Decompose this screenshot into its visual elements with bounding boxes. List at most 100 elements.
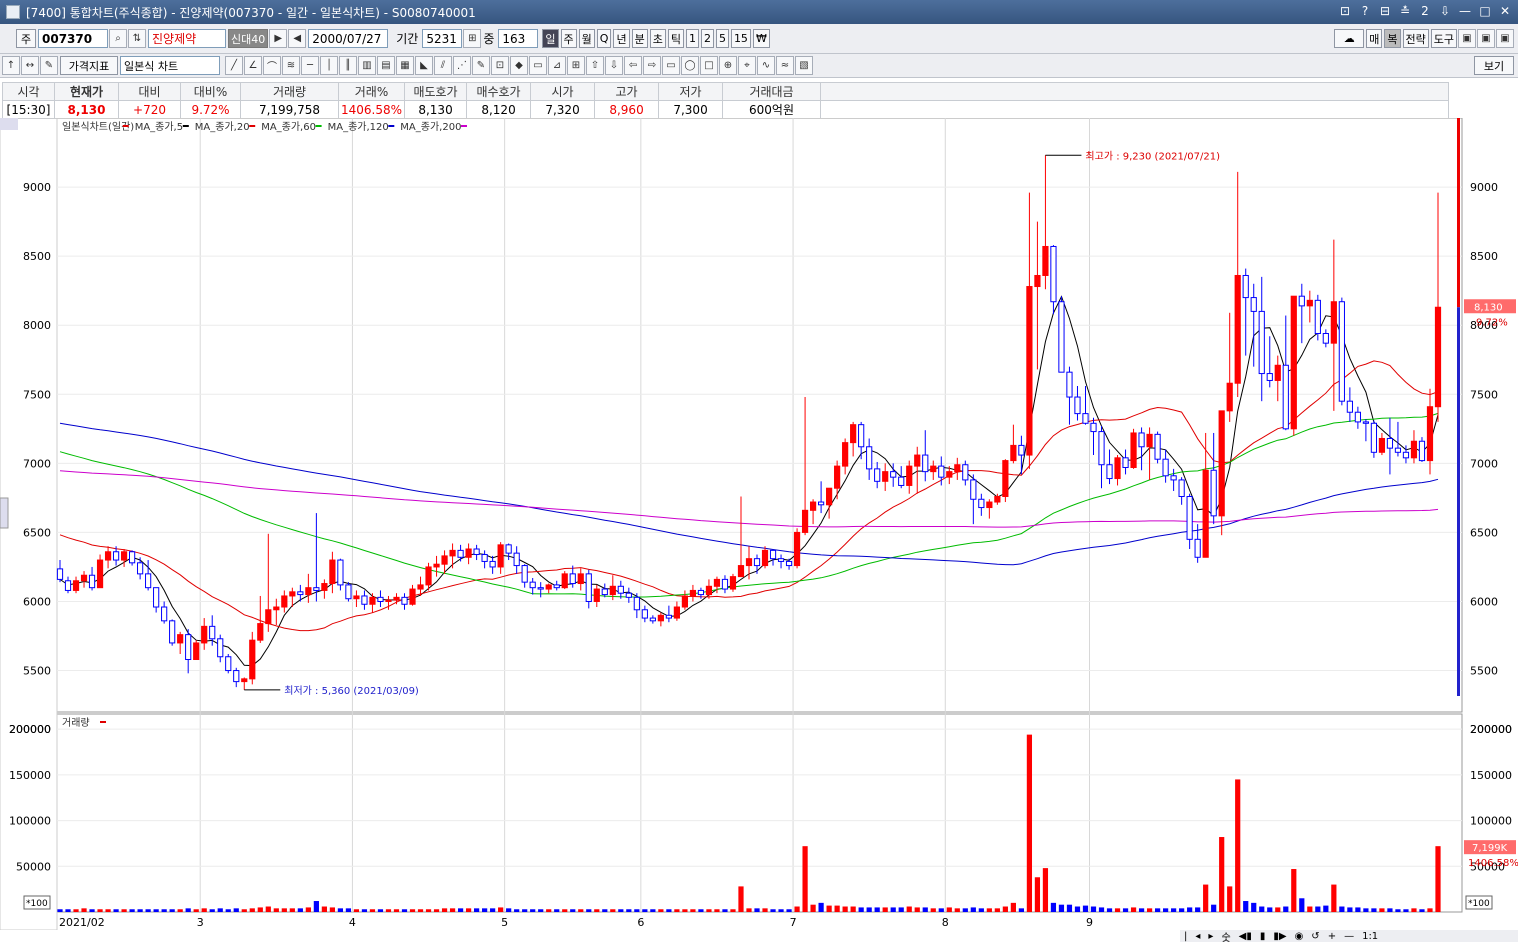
number-icon[interactable]: 숫: [1221, 929, 1230, 944]
drawing-tool-icon[interactable]: ╱: [225, 56, 243, 75]
drawing-tool-icon[interactable]: ⌒: [263, 56, 281, 75]
drawing-tool-icon[interactable]: ▦: [396, 56, 414, 75]
legend-label: MA_종가,60: [261, 121, 316, 133]
drawing-tool-icon[interactable]: ⊕: [719, 56, 737, 75]
up-arrow-icon[interactable]: ↑: [2, 56, 20, 75]
drawing-tool-icon[interactable]: ≋: [282, 56, 300, 75]
period-button-2[interactable]: 2: [700, 29, 714, 48]
period-button-second[interactable]: 초: [649, 29, 666, 48]
strategy-button[interactable]: 전략: [1402, 29, 1429, 48]
tools-button[interactable]: 도구: [1430, 29, 1457, 48]
drawing-tool-icon[interactable]: □: [700, 56, 718, 75]
close-icon[interactable]: ✕: [1498, 3, 1512, 19]
period-button-5[interactable]: 5: [715, 29, 729, 48]
period-input[interactable]: 5231: [422, 29, 463, 48]
maximize-icon[interactable]: □: [1478, 3, 1492, 19]
next-arrow-icon[interactable]: ▶: [269, 29, 288, 48]
ratio-label[interactable]: 1:1: [1362, 931, 1378, 942]
volume-bar: [514, 909, 520, 912]
drawing-tool-icon[interactable]: ▤: [377, 56, 395, 75]
period-button-day[interactable]: 일: [542, 29, 559, 48]
candlestick-chart[interactable]: 2021/02 3 4 5 6 7 8 9 5500 5500 6000 6000 6500 6500 70…: [0, 117, 1518, 931]
sort-icon[interactable]: ⇅: [128, 29, 146, 48]
volume-tick-label-left: 100000: [9, 815, 51, 828]
period-button-quarter[interactable]: Q: [596, 29, 612, 48]
drawing-tool-icon[interactable]: ✎: [472, 56, 490, 75]
drawing-tool-icon[interactable]: ║: [339, 56, 357, 75]
last-icon[interactable]: ▮▶: [1273, 931, 1286, 942]
drawing-tool-icon[interactable]: ◆: [510, 56, 528, 75]
count-input[interactable]: 163: [498, 29, 539, 48]
chart-type-select[interactable]: 일본식 차트: [120, 56, 220, 75]
drawing-tool-icon[interactable]: │: [320, 56, 338, 75]
save-icon[interactable]: ▣: [1477, 29, 1495, 48]
period-button-minute[interactable]: 분: [631, 29, 648, 48]
target-icon[interactable]: ◉: [1295, 931, 1304, 942]
drawing-tool-icon[interactable]: ⋰: [453, 56, 471, 75]
period-button-tick[interactable]: 틱: [667, 29, 684, 48]
volume-bar: [914, 907, 920, 912]
drawing-tool-icon[interactable]: ⊿: [548, 56, 566, 75]
period-button-month[interactable]: 월: [578, 29, 595, 48]
stock-name-field: 진양제약: [148, 29, 226, 48]
period-button-1[interactable]: 1: [685, 29, 699, 48]
drawing-tool-icon[interactable]: ▧: [795, 56, 813, 75]
drawing-tool-icon[interactable]: ⇩: [605, 56, 623, 75]
horizontal-arrows-icon[interactable]: ↔: [21, 56, 39, 75]
drawing-tool-icon[interactable]: ≈: [776, 56, 794, 75]
market-select[interactable]: 주: [16, 29, 36, 48]
drawing-tool-icon[interactable]: ⊞: [567, 56, 585, 75]
group-number[interactable]: 2: [1418, 3, 1432, 19]
drawing-tool-icon[interactable]: ⇨: [643, 56, 661, 75]
drawing-tool-icon[interactable]: ▭: [662, 56, 680, 75]
drawing-tool-icon[interactable]: ─: [301, 56, 319, 75]
first-icon[interactable]: ◀▮: [1239, 931, 1252, 942]
drawing-tool-icon[interactable]: ▭: [529, 56, 547, 75]
zoom-in-icon[interactable]: +: [1328, 931, 1336, 942]
drawing-tool-icon[interactable]: ⇧: [586, 56, 604, 75]
chart-area[interactable]: 2021/02 3 4 5 6 7 8 9 5500 5500 6000 6000 6500 6500 70…: [0, 117, 1518, 942]
drawing-tool-icon[interactable]: ◣: [415, 56, 433, 75]
zoom-out-icon[interactable]: —: [1344, 931, 1354, 942]
currency-button[interactable]: ₩: [752, 29, 770, 48]
period-button-year[interactable]: 년: [613, 29, 630, 48]
scroll-right-icon[interactable]: ▸: [1208, 931, 1213, 942]
volume-bar: [906, 906, 912, 912]
refresh-icon[interactable]: ↺: [1311, 931, 1319, 942]
minimize-icon[interactable]: —: [1458, 3, 1472, 19]
settings-icon[interactable]: ▣: [1496, 29, 1514, 48]
pin-icon[interactable]: ⊡: [1338, 3, 1352, 19]
scroll-icon[interactable]: ⇩: [1438, 3, 1452, 19]
grid-icon[interactable]: ⊞: [463, 29, 482, 48]
drawing-tool-icon[interactable]: ⫽: [434, 56, 452, 75]
drawing-tool-icon[interactable]: ∿: [757, 56, 775, 75]
edit-icon[interactable]: ✎: [40, 56, 58, 75]
drawing-tool-icon[interactable]: ◯: [681, 56, 699, 75]
scroll-left-icon[interactable]: ◂: [1195, 931, 1200, 942]
drawing-tool-icon[interactable]: ⊡: [491, 56, 509, 75]
drawing-tool-icon[interactable]: ∠: [244, 56, 262, 75]
compound-button[interactable]: 복: [1384, 29, 1401, 48]
period-button-week[interactable]: 주: [560, 29, 577, 48]
link-icon[interactable]: ≛: [1398, 3, 1412, 19]
candle-body: [1338, 301, 1345, 402]
drawing-tool-icon[interactable]: ⌖: [738, 56, 756, 75]
stop-icon[interactable]: ▮: [1260, 931, 1266, 942]
prev-arrow-icon[interactable]: ◀: [288, 29, 307, 48]
search-icon[interactable]: ⌕: [109, 29, 127, 48]
layout-icon[interactable]: ⊟: [1378, 3, 1392, 19]
price-indicator-button[interactable]: 가격지표: [60, 56, 118, 75]
volume-bar: [97, 909, 103, 912]
date-input[interactable]: 2000/07/27: [308, 29, 389, 48]
stock-code-input[interactable]: 007370: [38, 29, 108, 48]
help-icon[interactable]: ?: [1358, 3, 1372, 19]
drawing-tool-icon[interactable]: ▥: [358, 56, 376, 75]
period-button-15[interactable]: 15: [730, 29, 751, 48]
volume-bar: [1379, 908, 1385, 912]
buy-button[interactable]: 매: [1366, 29, 1383, 48]
view-button[interactable]: 보기: [1474, 56, 1514, 75]
cloud-icon[interactable]: ☁: [1334, 29, 1365, 48]
folder-icon[interactable]: ▣: [1458, 29, 1476, 48]
candle-body: [249, 639, 256, 680]
drawing-tool-icon[interactable]: ⇦: [624, 56, 642, 75]
